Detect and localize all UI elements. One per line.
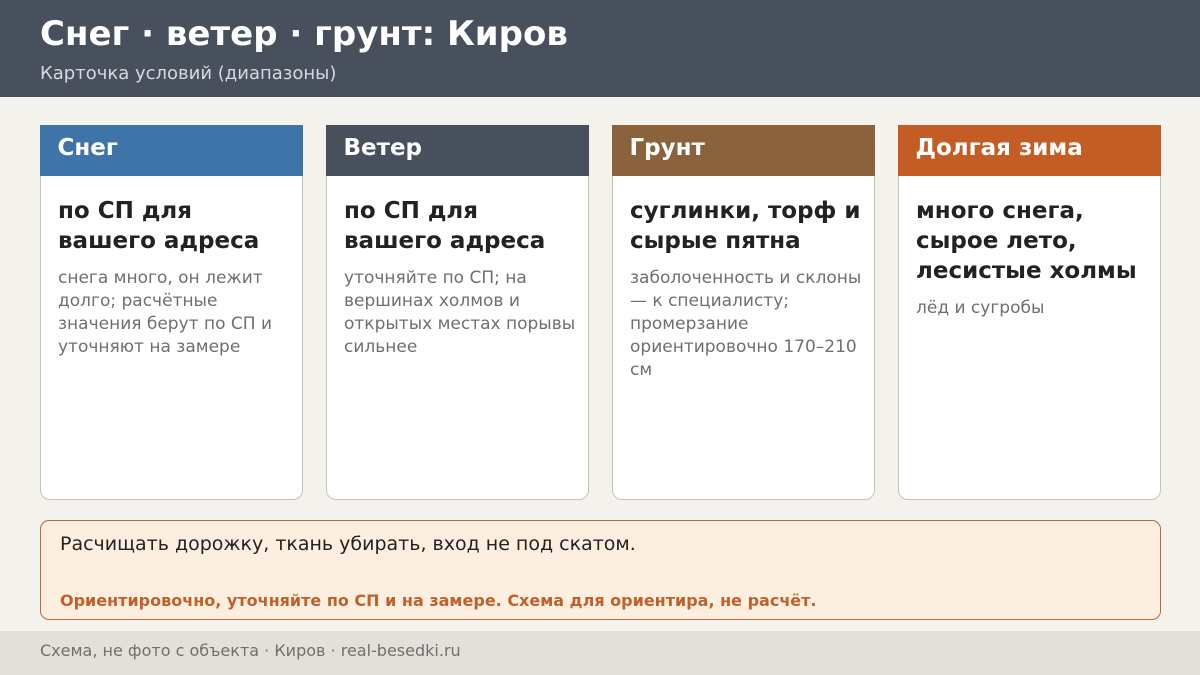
card-long-winter: Долгая зима много снега, сырое лето, лес…	[897, 124, 1161, 500]
advice-text: Расчищать дорожку, ткань убирать, вход н…	[60, 533, 636, 555]
card-snow: Снег по СП для вашего адреса снега много…	[39, 124, 303, 500]
card-note: снега много, он лежит долго; расчётные з…	[58, 268, 272, 357]
card-note: уточняйте по СП; на вершинах холмов и от…	[344, 268, 576, 357]
card-main-text: по СП для вашего адреса уточняйте по СП;…	[344, 196, 579, 359]
card-heading: Долгая зима	[897, 124, 1161, 176]
page-subtitle: Карточка условий (диапазоны)	[40, 63, 337, 84]
page-title: Снег · ветер · грунт: Киров	[40, 14, 568, 54]
advice-callout: Расчищать дорожку, ткань убирать, вход н…	[40, 520, 1161, 620]
card-main-text: суглинки, торф и сырые пятна заболоченно…	[630, 196, 865, 382]
disclaimer-text: Ориентировочно, уточняйте по СП и на зам…	[60, 591, 817, 610]
card-note: лёд и сугробы	[916, 298, 1045, 318]
card-soil: Грунт суглинки, торф и сырые пятна забол…	[611, 124, 875, 500]
card-main-value: суглинки, торф и сырые пятна	[630, 198, 861, 254]
card-main-value: по СП для вашего адреса	[58, 198, 260, 254]
card-wind: Ветер по СП для вашего адреса уточняйте …	[325, 124, 589, 500]
footer-bar: Схема, не фото с объекта · Киров · real-…	[0, 631, 1200, 675]
card-heading: Ветер	[325, 124, 589, 176]
card-note: заболоченность и склоны — к специалисту;…	[630, 268, 862, 380]
card-main-value: много снега, сырое лето, лесистые холмы	[916, 198, 1137, 284]
card-heading: Снег	[39, 124, 303, 176]
card-main-value: по СП для вашего адреса	[344, 198, 546, 254]
footer-text: Схема, не фото с объекта · Киров · real-…	[40, 641, 461, 660]
card-main-text: по СП для вашего адреса снега много, он …	[58, 196, 293, 359]
card-heading: Грунт	[611, 124, 875, 176]
header-bar: Снег · ветер · грунт: Киров Карточка усл…	[0, 0, 1200, 97]
card-main-text: много снега, сырое лето, лесистые холмы …	[916, 196, 1151, 320]
